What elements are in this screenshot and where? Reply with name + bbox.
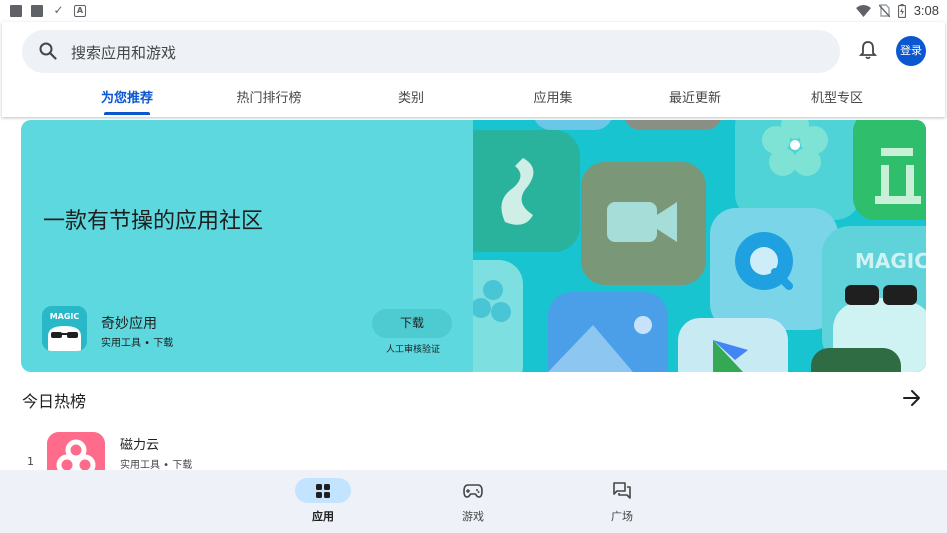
tab-recommended[interactable]: 为您推荐 (101, 87, 153, 106)
arrow-right-icon[interactable] (902, 389, 922, 407)
notification-square-icon (10, 4, 22, 17)
nav-forum-label: 广场 (611, 510, 633, 523)
art-magic-text: MAGIC (855, 249, 926, 273)
rank-number: 1 (27, 455, 34, 468)
search-input[interactable]: 搜索应用和游戏 (71, 42, 176, 63)
nav-apps-label: 应用 (312, 510, 334, 523)
download-note: 人工审核验证 (386, 345, 441, 355)
battery-icon (897, 3, 906, 18)
status-system: 3:08 (855, 3, 939, 18)
tab-categories[interactable]: 类别 (398, 87, 424, 106)
apps-grid-icon (316, 483, 330, 498)
banner-artwork: MAGIC (473, 120, 926, 372)
nav-forum[interactable]: 广场 (587, 478, 657, 524)
tab-device-zone[interactable]: 机型专区 (811, 87, 863, 106)
notification-square-icon (31, 4, 43, 17)
hot-app-meta: 实用工具 • 下载 (120, 460, 193, 471)
banner-app-meta: 实用工具 • 下载 (101, 338, 174, 349)
app-icon-text: MAGIC (49, 312, 80, 321)
hot-app-name[interactable]: 磁力云 (120, 434, 159, 453)
status-notifications: ✓ A (10, 4, 86, 17)
banner-app-name[interactable]: 奇妙应用 (101, 313, 157, 333)
magic-app-icon[interactable]: MAGIC (42, 306, 87, 351)
download-button[interactable]: 下载 (372, 309, 452, 338)
app-header: 搜索应用和游戏 登录 为您推荐 热门排行榜 类别 应用集 最近更新 机型专区 (2, 22, 945, 117)
no-sim-icon (878, 4, 890, 17)
nav-games[interactable]: 游戏 (438, 478, 508, 524)
search-bar[interactable]: 搜索应用和游戏 (22, 30, 840, 73)
active-tab-indicator (104, 112, 150, 115)
status-time: 3:08 (913, 3, 939, 18)
banner-artwork-illustration: MAGIC (473, 120, 926, 372)
tab-top-charts[interactable]: 热门排行榜 (236, 87, 301, 106)
bottom-navigation: 应用 游戏 广场 (0, 470, 947, 533)
login-button[interactable]: 登录 (896, 36, 926, 66)
checkmark-icon: ✓ (53, 3, 64, 17)
tab-collections[interactable]: 应用集 (533, 87, 572, 106)
featured-banner[interactable]: 一款有节操的应用社区 MAGIC 奇妙应用 实用工具 • 下载 下载 人工审核验… (21, 120, 926, 372)
forum-icon (613, 482, 631, 499)
nav-apps-pill (295, 478, 351, 503)
search-icon (39, 42, 57, 60)
banner-title: 一款有节操的应用社区 (43, 209, 264, 234)
a-letter-icon: A (74, 4, 86, 17)
wifi-icon (855, 4, 871, 17)
gamepad-icon (463, 483, 483, 498)
nav-apps[interactable]: 应用 (288, 478, 358, 524)
cili-cloud-app-icon[interactable] (47, 432, 105, 472)
hot-section-title: 今日热榜 (22, 392, 87, 411)
nav-games-label: 游戏 (462, 510, 484, 523)
tab-recent-updates[interactable]: 最近更新 (669, 87, 721, 106)
tab-bar: 为您推荐 热门排行榜 类别 应用集 最近更新 机型专区 (2, 78, 945, 116)
nav-forum-pill (594, 478, 650, 503)
nav-games-pill (445, 478, 501, 503)
status-bar: ✓ A 3:08 (0, 0, 947, 22)
notification-bell-icon[interactable] (859, 40, 877, 60)
